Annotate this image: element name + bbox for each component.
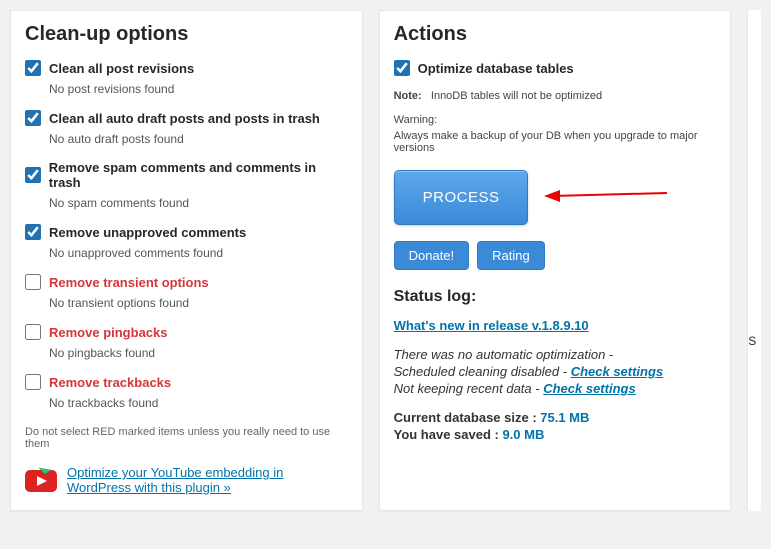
db-size-row: Current database size : 75.1 MB xyxy=(394,410,717,425)
check-settings-link-2[interactable]: Check settings xyxy=(543,381,635,396)
actions-title: Actions xyxy=(394,23,717,46)
cleanup-label-5[interactable]: Remove pingbacks xyxy=(49,325,168,340)
note-row: Note: InnoDB tables will not be optimize… xyxy=(394,90,717,102)
cleanup-label-0[interactable]: Clean all post revisions xyxy=(49,61,194,76)
actions-panel: Actions Optimize database tables Note: I… xyxy=(379,10,732,511)
status-auto: There was no automatic optimization - xyxy=(394,347,717,362)
cleanup-panel: Clean-up options Clean all post revision… xyxy=(10,10,363,511)
cleanup-checkbox-4[interactable] xyxy=(25,274,41,290)
warning-text: Always make a backup of your DB when you… xyxy=(394,130,717,154)
cleanup-sub-5: No pingbacks found xyxy=(49,346,348,360)
process-button[interactable]: PROCESS xyxy=(394,170,529,225)
cleanup-checkbox-6[interactable] xyxy=(25,374,41,390)
promo-link[interactable]: Optimize your YouTube embedding in WordP… xyxy=(67,465,348,495)
cleanup-label-1[interactable]: Clean all auto draft posts and posts in … xyxy=(49,111,320,126)
cleanup-label-2[interactable]: Remove spam comments and comments in tra… xyxy=(49,160,348,190)
cleanup-checkbox-0[interactable] xyxy=(25,60,41,76)
warning-label: Warning: xyxy=(394,114,717,126)
cleanup-sub-2: No spam comments found xyxy=(49,196,348,210)
youtube-play-icon xyxy=(25,464,57,496)
optimize-tables-checkbox[interactable] xyxy=(394,60,410,76)
whats-new-link[interactable]: What's new in release v.1.8.9.10 xyxy=(394,318,589,333)
cleanup-sub-3: No unapproved comments found xyxy=(49,246,348,260)
cleanup-label-6[interactable]: Remove trackbacks xyxy=(49,375,171,390)
cleanup-sub-4: No transient options found xyxy=(49,296,348,310)
check-settings-link-1[interactable]: Check settings xyxy=(571,364,663,379)
rating-button[interactable]: Rating xyxy=(477,241,545,270)
status-scheduled: Scheduled cleaning disabled - Check sett… xyxy=(394,364,717,379)
cleanup-sub-0: No post revisions found xyxy=(49,82,348,96)
arrow-annotation-icon xyxy=(542,183,672,212)
status-keeping: Not keeping recent data - Check settings xyxy=(394,381,717,396)
cleanup-title: Clean-up options xyxy=(25,23,348,46)
status-log-title: Status log: xyxy=(394,288,717,306)
cleanup-sub-1: No auto draft posts found xyxy=(49,132,348,146)
side-edge: S xyxy=(747,10,761,511)
optimize-tables-label[interactable]: Optimize database tables xyxy=(418,61,574,76)
cleanup-label-4[interactable]: Remove transient options xyxy=(49,275,209,290)
cleanup-sub-6: No trackbacks found xyxy=(49,396,348,410)
donate-button[interactable]: Donate! xyxy=(394,241,470,270)
cleanup-checkbox-1[interactable] xyxy=(25,110,41,126)
cleanup-checkbox-3[interactable] xyxy=(25,224,41,240)
saved-row: You have saved : 9.0 MB xyxy=(394,427,717,442)
cleanup-label-3[interactable]: Remove unapproved comments xyxy=(49,225,246,240)
cleanup-checkbox-2[interactable] xyxy=(25,167,41,183)
promo-row: Optimize your YouTube embedding in WordP… xyxy=(25,464,348,496)
cleanup-footnote: Do not select RED marked items unless yo… xyxy=(25,426,348,450)
cleanup-checkbox-5[interactable] xyxy=(25,324,41,340)
